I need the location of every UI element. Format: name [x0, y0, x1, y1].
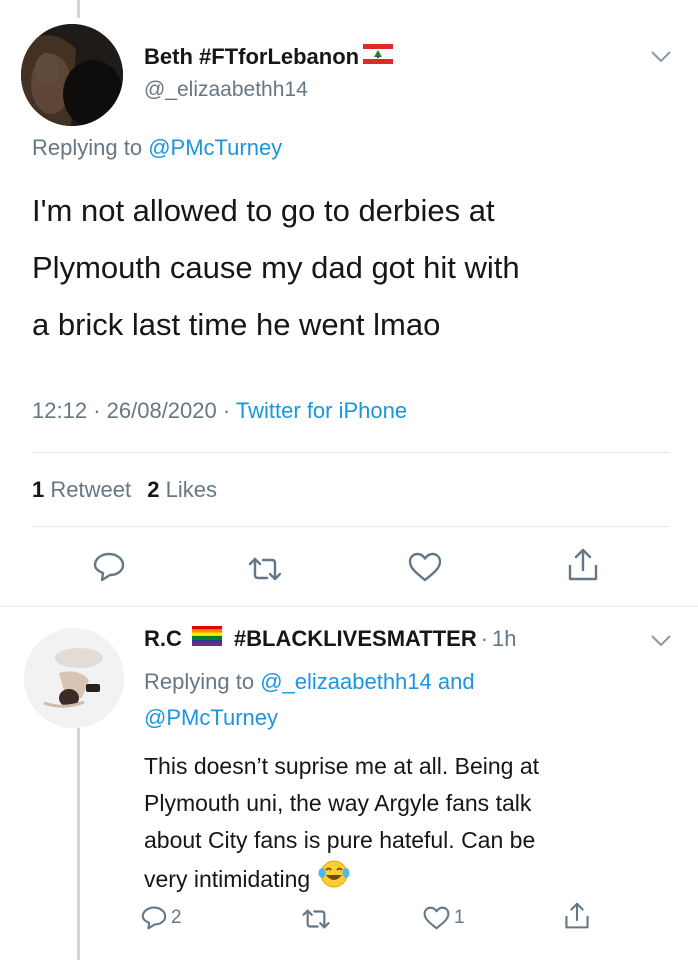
avatar[interactable]: [24, 628, 124, 728]
rainbow-flag-icon: [191, 626, 222, 652]
like-button[interactable]: [408, 552, 442, 582]
tweet-date: 26/08/2020: [106, 398, 217, 423]
tears-of-joy-emoji-icon: [318, 859, 350, 900]
reply-button[interactable]: 2: [141, 906, 182, 930]
share-icon: [565, 902, 589, 929]
retweet-icon: [302, 909, 330, 929]
replying-to-prefix: Replying to: [144, 669, 261, 694]
reply-icon: [93, 552, 125, 582]
like-count: 1: [454, 907, 465, 928]
engagement-stats: 1 Retweet 2 Likes: [32, 477, 217, 503]
retweet-stat[interactable]: 1 Retweet: [32, 477, 137, 502]
display-name-text: Beth #FTforLebanon: [144, 44, 360, 69]
retweet-button[interactable]: [301, 908, 331, 930]
likes-stat[interactable]: 2 Likes: [147, 477, 217, 502]
share-button[interactable]: [564, 902, 590, 930]
tweet-source[interactable]: Twitter for iPhone: [236, 398, 407, 423]
reply-text-line: This doesn’t suprise me at all. Being at: [144, 753, 540, 779]
share-button[interactable]: [567, 548, 599, 582]
thread-line-top: [77, 0, 80, 18]
heart-icon: [408, 552, 442, 582]
like-count: 2: [147, 477, 160, 502]
share-icon: [568, 548, 598, 581]
like-button[interactable]: 1: [423, 906, 465, 930]
tweet-text-line: a brick last time he went lmao: [32, 307, 441, 342]
chevron-down-icon[interactable]: [650, 634, 672, 653]
reply-text-line: very intimidating: [144, 866, 311, 892]
retweet-count: 1: [32, 477, 45, 502]
reply-display-name[interactable]: R.C: [144, 626, 182, 652]
reply-time[interactable]: 1h: [492, 626, 516, 652]
tweet-text-line: I'm not allowed to go to derbies at: [32, 193, 495, 228]
section-divider: [0, 606, 698, 607]
reply-replying-to: Replying to @_elizaabethh14 and @PMcTurn…: [144, 664, 475, 736]
reply-text-line: about City fans is pure hateful. Can be: [144, 827, 536, 853]
reply-icon: [141, 906, 167, 930]
tweet-text: I'm not allowed to go to derbies at Plym…: [32, 182, 520, 353]
reply-text: This doesn’t suprise me at all. Being at…: [144, 748, 539, 900]
retweet-label: Retweet: [50, 477, 132, 502]
reply-button[interactable]: [93, 552, 125, 582]
retweet-icon: [248, 557, 282, 581]
reply-hashtag-name[interactable]: #BLACKLIVESMATTER: [234, 626, 477, 652]
divider: [32, 452, 670, 453]
lebanon-flag-icon: [362, 43, 394, 70]
reply-to-mention[interactable]: @_elizaabethh14: [260, 669, 432, 694]
replying-to: Replying to @PMcTurney: [32, 135, 282, 161]
tweet-meta: 12:12 · 26/08/2020 · Twitter for iPhone: [32, 398, 408, 423]
retweet-button[interactable]: [247, 556, 283, 582]
reply-header: R.C #BLACKLIVESMATTER · 1h: [144, 626, 517, 652]
reply-text-line: Plymouth uni, the way Argyle fans talk: [144, 790, 532, 816]
avatar[interactable]: [21, 24, 123, 126]
tweet-text-line: Plymouth cause my dad got hit with: [32, 250, 520, 285]
reply-to-mention[interactable]: @PMcTurney: [144, 700, 475, 736]
reply-count: 2: [171, 907, 182, 928]
likes-label: Likes: [165, 477, 217, 502]
reply-and: and: [431, 669, 475, 694]
handle[interactable]: @_elizaabethh14: [144, 78, 308, 102]
heart-icon: [423, 906, 450, 930]
thread-line-reply: [77, 718, 80, 960]
display-name[interactable]: Beth #FTforLebanon: [144, 43, 394, 70]
tweet-time: 12:12: [32, 398, 88, 423]
replying-to-prefix: Replying to: [32, 135, 149, 160]
divider: [32, 526, 670, 527]
reply-to-mention[interactable]: @PMcTurney: [148, 135, 282, 160]
chevron-down-icon[interactable]: [650, 50, 672, 69]
